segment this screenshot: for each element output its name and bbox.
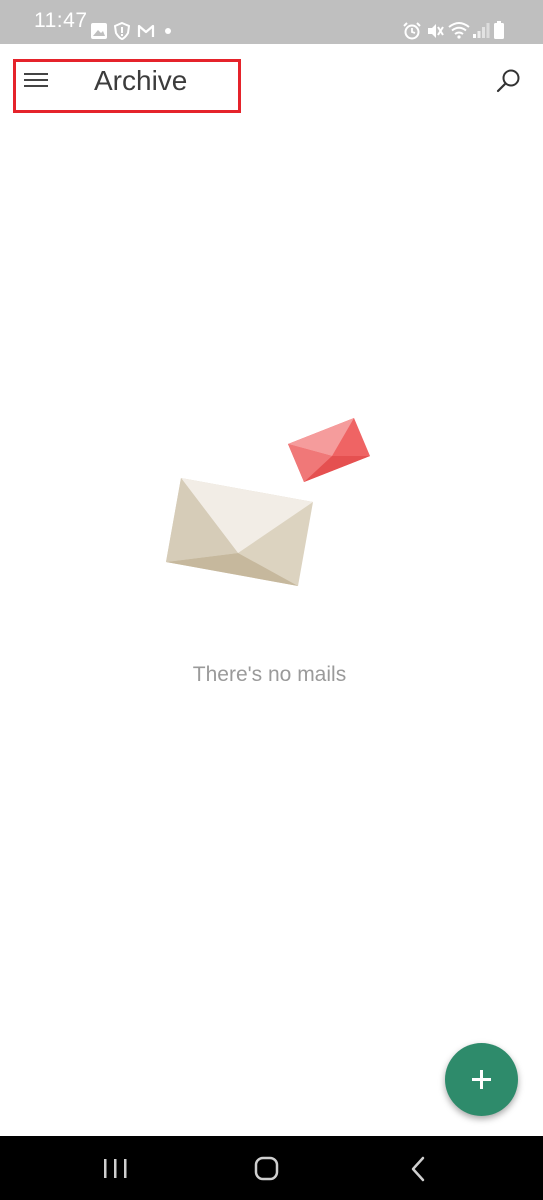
status-bar: 11:47 bbox=[0, 0, 543, 44]
mute-icon bbox=[428, 24, 444, 38]
recent-apps-icon bbox=[104, 1159, 127, 1178]
back-icon bbox=[411, 1156, 425, 1182]
search-icon bbox=[496, 69, 520, 93]
dot-icon bbox=[165, 28, 171, 34]
home-button[interactable] bbox=[247, 1154, 287, 1184]
back-button[interactable] bbox=[398, 1154, 438, 1184]
beige-envelope bbox=[166, 478, 313, 586]
status-time: 11:47 bbox=[34, 9, 88, 32]
gallery-icon bbox=[91, 23, 107, 39]
navigation-bar bbox=[0, 1136, 543, 1200]
search-button[interactable] bbox=[490, 64, 526, 100]
mail-m-icon bbox=[137, 24, 155, 37]
empty-state-message: There's no mails bbox=[192, 663, 347, 686]
compose-fab-button[interactable] bbox=[445, 1043, 518, 1116]
screen: 11:47 Archive There's no mails bbox=[0, 0, 543, 1200]
red-envelope bbox=[288, 418, 370, 482]
wifi-icon bbox=[448, 22, 470, 39]
signal-icon bbox=[473, 23, 490, 38]
app-bar: Archive bbox=[0, 44, 543, 120]
home-icon bbox=[254, 1156, 279, 1181]
alarm-icon bbox=[403, 22, 421, 40]
shield-alert-icon bbox=[114, 22, 130, 40]
battery-icon bbox=[494, 21, 504, 39]
recent-apps-button[interactable] bbox=[96, 1154, 136, 1184]
hamburger-menu-icon bbox=[24, 73, 48, 87]
menu-button[interactable] bbox=[20, 66, 54, 96]
envelopes-illustration bbox=[166, 418, 370, 586]
page-title: Archive bbox=[94, 65, 188, 96]
